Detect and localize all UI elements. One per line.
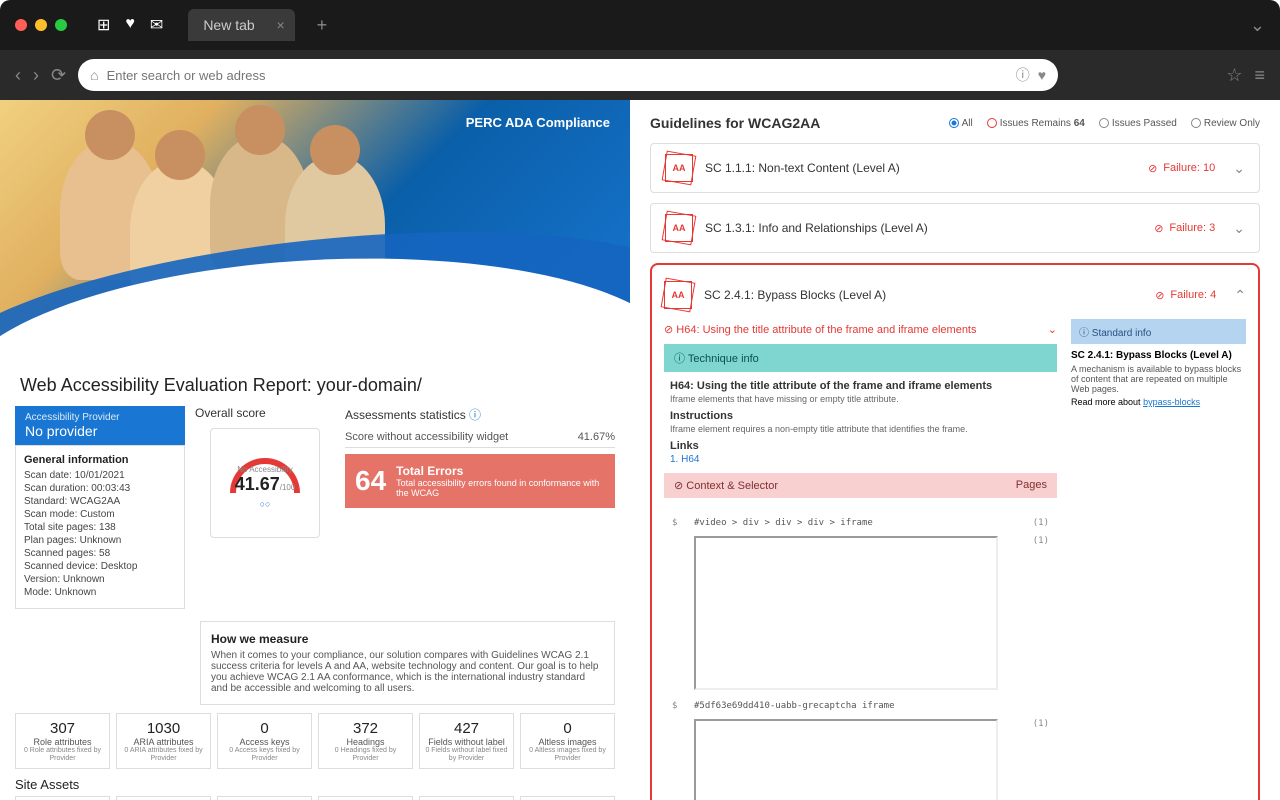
selector-row — [664, 506, 1057, 514]
filter-all[interactable]: All — [949, 118, 973, 129]
asset-card: 📹0Video — [520, 796, 615, 800]
back-button[interactable]: ‹ — [15, 65, 21, 86]
guideline-row[interactable]: AASC 1.3.1: Info and Relationships (Leve… — [650, 203, 1260, 253]
reload-button[interactable]: ⟳ — [51, 65, 66, 86]
technique-info-bar: ⓘ Technique info — [664, 344, 1057, 372]
score-gauge: No Accessibility 41.67/100 ○○ — [210, 428, 320, 538]
asset-card: 🖵161Iframes — [15, 796, 110, 800]
general-info-card: General information Scan date: 10/01/202… — [15, 445, 185, 609]
general-info-row: Scanned device: Desktop — [24, 561, 176, 572]
selector-row: kw</span>">style</span>="<span class="st… — [664, 532, 1057, 697]
shield-icon[interactable]: ♥ — [1038, 67, 1046, 83]
report-title: Web Accessibility Evaluation Report: you… — [0, 360, 630, 406]
chevron-down-icon[interactable]: ⌄ — [1250, 15, 1265, 36]
general-info-row: Scan mode: Custom — [24, 509, 176, 520]
aa-badge-icon: AA — [664, 281, 692, 309]
close-tab-icon[interactable]: × — [276, 17, 284, 33]
minimize-window-button[interactable] — [35, 19, 47, 31]
general-info-row: Plan pages: Unknown — [24, 535, 176, 546]
nav-bar: ‹ › ⟳ ⌂ ⓘ ♥ ☆ ≡ — [0, 50, 1280, 100]
general-info-row: Scan duration: 00:03:43 — [24, 483, 176, 494]
hero-banner: PERC ADA Compliance — [0, 100, 630, 360]
forward-button[interactable]: › — [33, 65, 39, 86]
attribute-card: 372Headings0 Headings fixed by Provider — [318, 713, 413, 769]
info-icon[interactable]: ⓘ — [1016, 65, 1030, 85]
selector-row: kw</span>">class</span>="<span class="st… — [664, 715, 1057, 800]
how-we-measure-card: How we measure When it comes to your com… — [200, 621, 615, 705]
selector-row: $#5df63e69dd410-uabb-grecaptcha iframe — [664, 697, 1057, 715]
general-info-row: Version: Unknown — [24, 574, 176, 585]
pinned-tabs: ⊞ ♥ ✉ — [97, 15, 163, 35]
tab-label: New tab — [203, 17, 254, 33]
total-errors-card: 64 Total Errors Total accessibility erro… — [345, 454, 615, 508]
chevron-down-icon[interactable]: ⌄ — [1048, 323, 1057, 336]
tab-bar: ⊞ ♥ ✉ New tab × + ⌄ — [0, 0, 1280, 50]
right-pane: Guidelines for WCAG2AA All Issues Remain… — [630, 100, 1280, 800]
attribute-card: 307Role attributes0 Role attributes fixe… — [15, 713, 110, 769]
bookmark-icon[interactable]: ☆ — [1226, 65, 1242, 86]
url-input[interactable] — [107, 68, 1008, 83]
h64-header[interactable]: ⊘ H64: Using the title attribute of the … — [664, 319, 1057, 344]
guidelines-title: Guidelines for WCAG2AA — [650, 115, 820, 131]
stats-row: Score without accessibility widget 41.67… — [345, 431, 615, 448]
browser-chrome: ⊞ ♥ ✉ New tab × + ⌄ ‹ › ⟳ ⌂ ⓘ ♥ ☆ ≡ — [0, 0, 1280, 100]
sc241-status: ⊘ Failure: 4 — [1155, 289, 1216, 302]
asset-card: 🔊0Audio — [419, 796, 514, 800]
filter-passed[interactable]: Issues Passed — [1099, 118, 1177, 129]
attribute-card: 0Altless images0 Altless images fixed by… — [520, 713, 615, 769]
general-info-row: Scan date: 10/01/2021 — [24, 470, 176, 481]
bypass-blocks-link[interactable]: bypass-blocks — [1143, 397, 1200, 407]
sc241-panel: AA SC 2.4.1: Bypass Blocks (Level A) ⊘ F… — [650, 263, 1260, 800]
standard-info-bar: ⓘ Standard info — [1071, 319, 1246, 344]
apps-icon[interactable]: ⊞ — [97, 15, 110, 35]
general-info-row: Standard: WCAG2AA — [24, 496, 176, 507]
attribute-card: 0Access keys0 Access keys fixed by Provi… — [217, 713, 312, 769]
window-controls — [15, 19, 67, 31]
sc241-label: SC 2.4.1: Bypass Blocks (Level A) — [704, 288, 886, 302]
guideline-row[interactable]: AASC 1.1.1: Non-text Content (Level A)⊘ … — [650, 143, 1260, 193]
aa-badge-icon: AA — [665, 214, 693, 242]
hero-title: PERC ADA Compliance — [466, 115, 610, 130]
maximize-window-button[interactable] — [55, 19, 67, 31]
overall-score-label: Overall score — [195, 406, 335, 420]
filter-remains[interactable]: Issues Remains 64 — [987, 118, 1085, 129]
attribute-card: 1030ARIA attributes0 ARIA attributes fix… — [116, 713, 211, 769]
filter-group: All Issues Remains 64 Issues Passed Revi… — [949, 118, 1260, 129]
h64-link[interactable]: 1. H64 — [670, 454, 699, 465]
left-pane: PERC ADA Compliance Web Accessibility Ev… — [0, 100, 630, 800]
chevron-down-icon[interactable]: ⌄ — [1233, 160, 1245, 177]
filter-review[interactable]: Review Only — [1191, 118, 1260, 129]
menu-icon[interactable]: ≡ — [1254, 65, 1265, 86]
selector-row: $#video > div > div > div > iframe(1) — [664, 514, 1057, 532]
chevron-down-icon[interactable]: ⌄ — [1233, 220, 1245, 237]
asset-card: 🖼140Images — [116, 796, 211, 800]
asset-card: ↗424Links — [318, 796, 413, 800]
attribute-card: 427Fields without label0 Fields without … — [419, 713, 514, 769]
new-tab-button[interactable]: + — [317, 15, 328, 36]
context-selector-bar: ⊘ Context & Selector Pages — [664, 473, 1057, 498]
browser-tab[interactable]: New tab × — [188, 9, 294, 41]
asset-card: 📄1Pdfs — [217, 796, 312, 800]
mail-icon[interactable]: ✉ — [150, 15, 163, 35]
general-info-row: Total site pages: 138 — [24, 522, 176, 533]
help-icon[interactable]: ⓘ — [469, 408, 481, 422]
general-info-row: Mode: Unknown — [24, 587, 176, 598]
collapse-icon[interactable]: ⌃ — [1234, 287, 1246, 304]
site-assets-title: Site Assets — [0, 769, 630, 796]
aa-badge-icon: AA — [665, 154, 693, 182]
general-info-row: Scanned pages: 58 — [24, 548, 176, 559]
close-window-button[interactable] — [15, 19, 27, 31]
home-icon[interactable]: ⌂ — [90, 67, 98, 83]
provider-header: Accessibility Provider No provider — [15, 406, 185, 445]
url-bar[interactable]: ⌂ ⓘ ♥ — [78, 59, 1058, 91]
heart-icon[interactable]: ♥ — [125, 15, 135, 35]
stats-label: Assessments statistics ⓘ — [345, 406, 615, 423]
